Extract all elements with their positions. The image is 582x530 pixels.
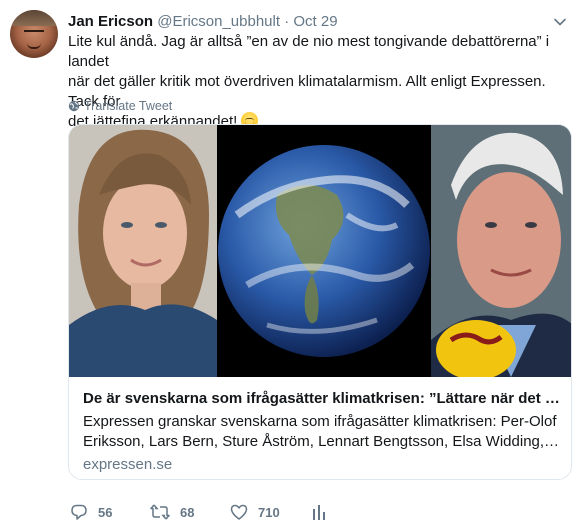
tweet-date[interactable]: Oct 29 xyxy=(293,13,337,30)
avatar[interactable] xyxy=(10,10,58,58)
globe-icon xyxy=(68,100,80,112)
tweet-line: Lite kul ändå. Jag är alltså ”en av de n… xyxy=(68,33,550,70)
woman-portrait-image xyxy=(69,125,217,377)
avatar-eyes xyxy=(24,30,44,35)
card-body: De är svenskarna som ifrågasätter klimat… xyxy=(69,377,571,479)
author-name[interactable]: Jan Ericson xyxy=(68,13,153,30)
translate-label: Translate Tweet xyxy=(84,99,173,113)
tweet-actions: 56 68 710 xyxy=(68,500,368,524)
translate-tweet-link[interactable]: Translate Tweet xyxy=(68,97,172,115)
heart-icon xyxy=(230,504,248,520)
like-button[interactable]: 710 xyxy=(230,500,280,524)
retweet-button[interactable]: 68 xyxy=(150,500,194,524)
tweet-text: Lite kul ändå. Jag är alltså ”en av de n… xyxy=(68,32,574,132)
retweet-icon xyxy=(150,504,170,520)
card-description-line: Expressen granskar svenskarna som ifråga… xyxy=(83,413,557,430)
chevron-down-icon[interactable] xyxy=(552,14,568,30)
like-count: 710 xyxy=(258,504,280,520)
reply-icon xyxy=(71,504,87,520)
man-portrait-image xyxy=(431,125,571,377)
card-image-collage xyxy=(69,125,571,377)
card-title: De är svenskarna som ifrågasätter klimat… xyxy=(83,390,561,407)
bar-chart-icon xyxy=(313,505,325,520)
author-handle[interactable]: @Ericson_ubbhult xyxy=(157,13,280,30)
card-description-line: Eriksson, Lars Bern, Sture Åström, Lenna… xyxy=(83,433,561,450)
card-domain: expressen.se xyxy=(83,456,173,473)
header-separator: · xyxy=(284,13,290,30)
earth-image xyxy=(217,125,431,377)
retweet-count: 68 xyxy=(180,504,195,520)
avatar-hair xyxy=(10,10,58,26)
tweet-header: Jan Ericson @Ericson_ubbhult · Oct 29 xyxy=(68,12,568,32)
reply-count: 56 xyxy=(98,504,113,520)
reply-button[interactable]: 56 xyxy=(70,500,112,524)
analytics-button[interactable] xyxy=(312,500,336,524)
avatar-mouth xyxy=(27,43,41,49)
link-card[interactable]: De är svenskarna som ifrågasätter klimat… xyxy=(68,124,572,480)
card-description: Expressen granskar svenskarna som ifråga… xyxy=(83,412,561,452)
